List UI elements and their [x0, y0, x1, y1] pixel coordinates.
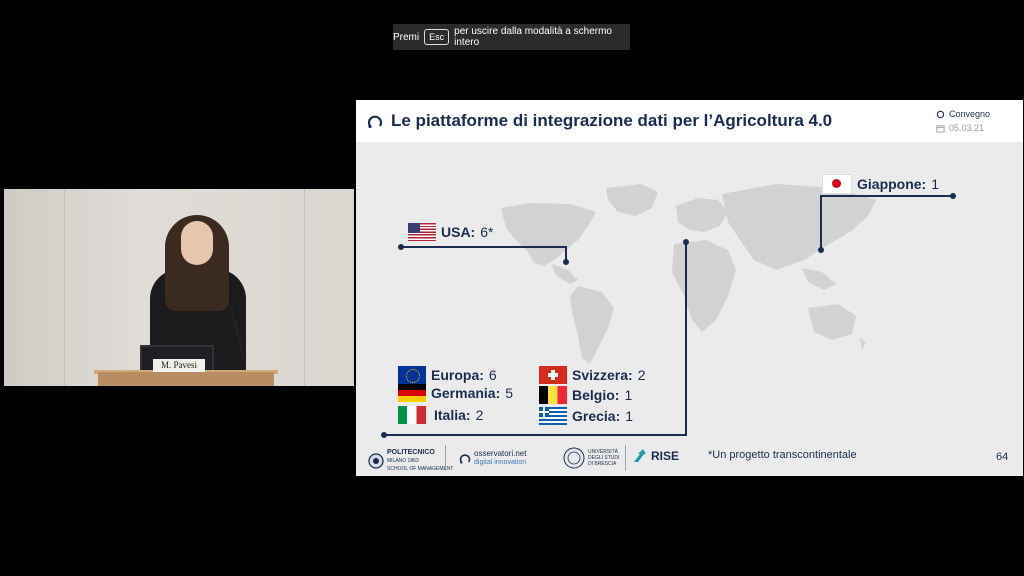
- rise-arrow-icon: [634, 449, 646, 462]
- continent-south-america: [570, 286, 614, 364]
- connector-dot: [950, 193, 956, 199]
- island-new-zealand: [860, 338, 866, 350]
- flag-eu-icon: [398, 366, 426, 384]
- continent-north-america: [501, 203, 596, 266]
- banner-prefix: Premi: [393, 31, 420, 43]
- wall-seam: [304, 189, 305, 386]
- label-usa: USA: 6*: [408, 223, 493, 241]
- slide-header: Le piattaforme di integrazione dati per …: [356, 100, 1023, 142]
- politecnico-sub1: MILANO 1863: [387, 458, 419, 464]
- country-count: 1: [624, 387, 633, 403]
- country-count: 2: [475, 407, 484, 423]
- unibs-line3: DI BRESCIA: [588, 461, 617, 467]
- footnote: *Un progetto transcontinentale: [708, 449, 857, 461]
- slide-title: Le piattaforme di integrazione dati per …: [391, 111, 833, 130]
- connector-dot: [818, 247, 824, 253]
- wall-seam: [64, 189, 65, 386]
- banner-suffix: per uscire dalla modalità a schermo inte…: [454, 26, 612, 48]
- osservatori-name: osservatori.net: [474, 449, 527, 458]
- country-name: USA:: [441, 224, 476, 240]
- country-name: Italia:: [434, 407, 471, 423]
- unibs-logo: UNIVERSITÀ DEGLI STUDI DI BRESCIA: [563, 447, 619, 469]
- flag-belgium-icon: [539, 386, 567, 404]
- event-icon: [936, 110, 945, 118]
- speaker-nameplate: M. Pavesi: [153, 359, 205, 372]
- logo-divider: [445, 445, 446, 471]
- esc-key[interactable]: Esc: [424, 29, 450, 45]
- osservatori-mark-icon: [459, 453, 471, 464]
- country-name: Belgio:: [572, 387, 620, 403]
- label-germany: Germania: 5: [398, 384, 513, 402]
- date-text: 05.03.21: [949, 123, 985, 133]
- label-switzerland: Svizzera: 2: [539, 366, 646, 384]
- continent-central-america: [552, 264, 578, 284]
- politecnico-sub2: SCHOOL OF MANAGEMENT: [387, 466, 454, 472]
- rise-name: RISE: [651, 449, 680, 463]
- label-italy: Italia: 2: [398, 406, 483, 424]
- flag-germany-icon: [398, 384, 426, 402]
- event-label: Convegno: [936, 109, 990, 119]
- event-text: Convegno: [949, 109, 991, 119]
- politecnico-name: POLITECNICO: [387, 449, 435, 456]
- flag-japan-icon: [822, 174, 852, 194]
- continent-africa: [672, 240, 736, 332]
- country-count: 1: [931, 176, 940, 192]
- osservatori-logo: osservatori.net digital innovation: [459, 450, 526, 467]
- label-europe: Europa: 6: [398, 366, 497, 384]
- politecnico-logo: POLITECNICO MILANO 1863 SCHOOL OF MANAGE…: [368, 449, 454, 473]
- connector-dot: [381, 432, 387, 438]
- country-count: 6: [488, 367, 497, 383]
- country-name: Svizzera:: [572, 367, 633, 383]
- slide-page-number: 64: [996, 451, 1009, 463]
- flag-italy-icon: [398, 406, 426, 424]
- unibs-seal-icon: [563, 447, 585, 469]
- label-japan: Giappone: 1: [822, 174, 939, 194]
- connector-dot: [683, 239, 689, 245]
- presentation-slide[interactable]: Le piattaforme di integrazione dati per …: [356, 100, 1023, 476]
- connector-dot: [563, 259, 569, 265]
- continent-greenland: [606, 184, 658, 216]
- country-count: 1: [625, 408, 634, 424]
- continents: [501, 184, 876, 364]
- flag-switzerland-icon: [539, 366, 567, 384]
- osservatori-logo-icon: [367, 115, 383, 129]
- flag-usa-icon: [408, 223, 436, 241]
- logo-divider: [625, 445, 626, 471]
- country-name: Germania:: [431, 385, 501, 401]
- label-belgium: Belgio: 1: [539, 386, 632, 404]
- connector-dot: [398, 244, 404, 250]
- country-name: Europa:: [431, 367, 484, 383]
- flag-greece-icon: [539, 407, 567, 425]
- speaker-face: [181, 221, 213, 265]
- continent-southeast-asia: [802, 268, 836, 290]
- country-count: 5: [505, 385, 514, 401]
- osservatori-sub: digital innovation: [474, 459, 527, 466]
- continent-europe: [676, 198, 728, 232]
- rise-logo: RISE: [632, 448, 679, 464]
- country-name: Giappone:: [857, 176, 927, 192]
- fullscreen-exit-banner: Premi Esc per uscire dalla modalità a sc…: [393, 24, 630, 50]
- continent-australia: [808, 304, 856, 340]
- country-count: 6*: [480, 224, 494, 240]
- calendar-icon: [936, 124, 945, 133]
- podium: [98, 372, 274, 386]
- country-name: Grecia:: [572, 408, 621, 424]
- country-count: 2: [637, 367, 646, 383]
- label-greece: Grecia: 1: [539, 407, 633, 425]
- date-label: 05.03.21: [936, 123, 984, 133]
- speaker-video[interactable]: M. Pavesi: [4, 189, 354, 386]
- politecnico-seal-icon: [368, 453, 384, 469]
